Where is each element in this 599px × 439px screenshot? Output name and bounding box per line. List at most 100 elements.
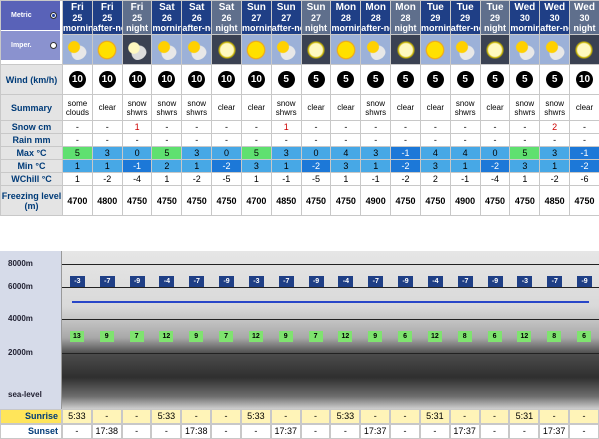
min-temp-cell: 1 bbox=[62, 159, 93, 173]
max-temp-cell: -1 bbox=[390, 146, 421, 160]
partly-cloudy-icon bbox=[186, 39, 207, 60]
sunrise-cell: 5:31 bbox=[419, 409, 450, 424]
summary-cell: clear bbox=[419, 94, 451, 121]
windchill-cell: -2 bbox=[91, 172, 123, 186]
snow-row: Snow cm - -1- - - -1- - - - - - - -2- bbox=[0, 120, 599, 134]
day-header[interactable]: Sun27after-noon bbox=[270, 0, 302, 35]
day-header[interactable]: Sun27morning bbox=[240, 0, 272, 35]
day-header[interactable]: Sun 27 night bbox=[300, 0, 332, 35]
sunrise-row: Sunrise 5:33- -5:33- -5:33- -5:33- -5:31- -5:3… bbox=[0, 409, 599, 424]
day-period: night bbox=[215, 22, 238, 33]
moon-icon bbox=[574, 39, 595, 60]
day-period: morning bbox=[152, 22, 181, 33]
altitude-label: 6000m bbox=[8, 282, 33, 291]
windchill-cell: -1 bbox=[270, 172, 302, 186]
day-header[interactable]: Mon 28 night bbox=[390, 0, 421, 35]
altitude-label: 2000m bbox=[8, 348, 33, 357]
sunrise-cell: - bbox=[181, 409, 212, 424]
snow-cell: - bbox=[151, 120, 183, 134]
rain-cell: - bbox=[479, 133, 511, 147]
max-temp-cell: 0 bbox=[479, 146, 511, 160]
sunset-cell: 17:37 bbox=[449, 424, 480, 439]
wind-cell: 10 bbox=[62, 64, 93, 95]
day-header[interactable]: Fri 25 night bbox=[121, 0, 153, 35]
weather-icon-cell bbox=[330, 34, 362, 65]
max-temp-cell: 5 bbox=[240, 146, 272, 160]
sunset-cell: 17:37 bbox=[270, 424, 301, 439]
sun-icon bbox=[246, 39, 267, 60]
freezing-temp-badge: -7 bbox=[457, 276, 473, 287]
metric-option[interactable]: Metric bbox=[1, 1, 60, 30]
wind-cell: 5 bbox=[270, 64, 302, 95]
freezing-temp-badge: -9 bbox=[398, 276, 414, 287]
rain-cell: - bbox=[91, 133, 123, 147]
freezing-temp-badge: -9 bbox=[577, 276, 593, 287]
sunrise-cell: - bbox=[121, 409, 152, 424]
min-temp-cell: -2 bbox=[569, 159, 599, 173]
snow-cell: - bbox=[240, 120, 272, 134]
freezing-level-row: Freezing level (m) 4700 4800 4750 4750 4750 47… bbox=[0, 185, 599, 216]
day-period: night bbox=[573, 22, 596, 33]
day-name: Sun bbox=[306, 1, 326, 13]
day-header[interactable]: Tue 29 night bbox=[479, 0, 511, 35]
day-period: night bbox=[394, 22, 417, 33]
freezing-temp-badge: -3 bbox=[69, 276, 85, 287]
day-header[interactable]: Wed30after-noon bbox=[539, 0, 571, 35]
day-period: morning bbox=[331, 22, 360, 33]
day-header[interactable]: Tue29morning bbox=[419, 0, 451, 35]
cloudy-night-icon bbox=[127, 39, 148, 60]
metric-radio[interactable] bbox=[50, 12, 57, 19]
day-date: 28 bbox=[400, 12, 411, 23]
grid-line bbox=[62, 264, 599, 265]
day-period: morning bbox=[510, 22, 539, 33]
imperial-option[interactable]: Imper. bbox=[1, 31, 60, 60]
header-row: Fri25morningFri25after-noonFri25nightSat… bbox=[0, 0, 599, 65]
grid-line bbox=[62, 353, 599, 354]
max-temp-cell: 5 bbox=[62, 146, 93, 160]
moon-icon bbox=[485, 39, 505, 60]
freezing-temp-badge: -7 bbox=[189, 276, 205, 287]
imperial-radio[interactable] bbox=[50, 42, 57, 49]
summary-cell: clear bbox=[91, 94, 123, 121]
day-header[interactable]: Mon28after-noon bbox=[360, 0, 392, 35]
day-header[interactable]: Tue29after-noon bbox=[449, 0, 481, 35]
ground-temp-badge: 12 bbox=[517, 331, 532, 342]
day-name: Tue bbox=[426, 1, 444, 13]
snow-cell: - bbox=[509, 120, 541, 134]
day-header[interactable]: Sat 26 night bbox=[211, 0, 242, 35]
freezing-level-cell: 4750 bbox=[419, 185, 451, 216]
day-header[interactable]: Wed30morning bbox=[509, 0, 541, 35]
wind-arrow-icon: 5 bbox=[516, 71, 534, 88]
max-temp-row: Max °C 5 3 0 5 3 0 5 3 0 4 3 -1 4 4 0 5 3 -1 bbox=[0, 146, 599, 160]
snow-cell: - bbox=[91, 120, 123, 134]
windchill-cell: -4 bbox=[479, 172, 511, 186]
day-date: 26 bbox=[161, 12, 172, 23]
altitude-label: sea-level bbox=[8, 390, 42, 399]
min-temp-cell: 3 bbox=[330, 159, 362, 173]
sunrise-cell: 5:31 bbox=[509, 409, 540, 424]
wind-arrow-icon: 5 bbox=[367, 71, 385, 88]
wind-cell: 10 bbox=[569, 64, 599, 95]
day-period: night bbox=[126, 22, 149, 33]
day-header[interactable]: Fri25after-noon bbox=[91, 0, 123, 35]
wind-arrow-icon: 5 bbox=[486, 71, 504, 88]
summary-cell: snow shwrs bbox=[181, 94, 213, 121]
day-header[interactable]: Mon28morning bbox=[330, 0, 362, 35]
day-header[interactable]: Sat26after-noon bbox=[181, 0, 213, 35]
day-header[interactable]: Sat26morning bbox=[151, 0, 183, 35]
freezing-level-cell: 4700 bbox=[240, 185, 272, 216]
freezing-level-cell: 4750 bbox=[390, 185, 421, 216]
weather-icon-cell bbox=[449, 34, 481, 65]
sun-icon bbox=[97, 39, 118, 60]
wind-arrow-icon: 5 bbox=[277, 71, 295, 88]
freezing-temp-badge: -3 bbox=[248, 276, 264, 287]
ground-temp-badge: 7 bbox=[219, 331, 234, 342]
day-header[interactable]: Fri25morning bbox=[62, 0, 93, 35]
day-period: after-noon bbox=[182, 22, 211, 33]
weather-icon-cell bbox=[360, 34, 392, 65]
day-header[interactable]: Wed 30 night bbox=[569, 0, 599, 35]
day-name: Wed bbox=[544, 1, 566, 13]
max-temp-cell: 0 bbox=[211, 146, 242, 160]
min-temp-cell: 1 bbox=[91, 159, 123, 173]
day-date: 29 bbox=[490, 12, 501, 23]
